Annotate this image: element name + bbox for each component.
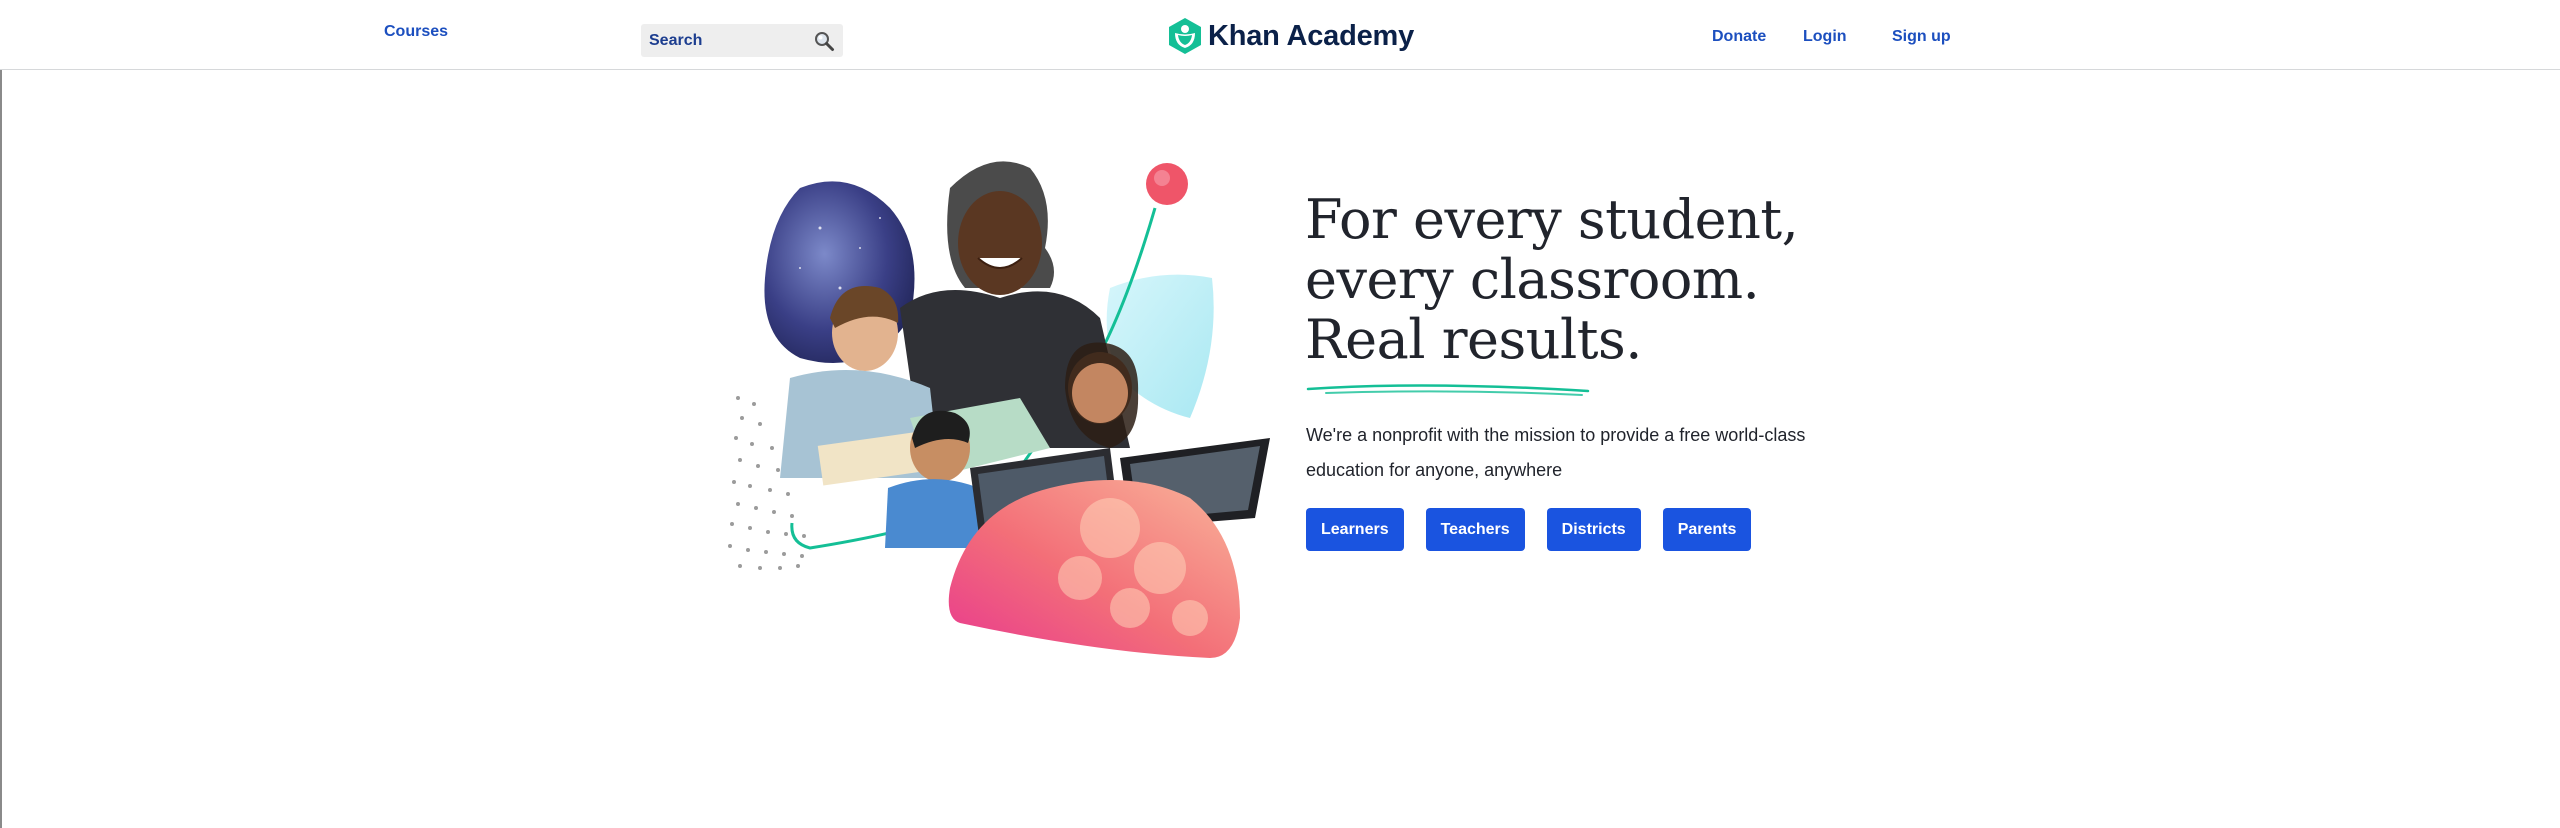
mission-line-1: We're a nonprofit with the mission to pr… — [1306, 425, 1806, 445]
khan-academy-logo-icon — [1169, 18, 1201, 54]
hero-collage-image — [728, 161, 1270, 658]
search-icon[interactable] — [813, 30, 835, 52]
headline-line-1: For every student, — [1305, 188, 1799, 251]
signup-link[interactable]: Sign up — [1892, 28, 1951, 46]
mission-line-2: education for anyone, anywhere — [1306, 460, 1563, 480]
donate-link[interactable]: Donate — [1712, 28, 1766, 46]
khan-academy-logo[interactable]: Khan Academy — [1168, 17, 1414, 55]
logo-wordmark: Khan Academy — [1208, 19, 1415, 52]
login-link[interactable]: Login — [1803, 28, 1847, 46]
headline-line-2: every classroom. — [1305, 248, 1760, 311]
search-input[interactable] — [641, 24, 811, 57]
districts-button[interactable]: Districts — [1546, 508, 1641, 551]
hero-headline: For every student, every classroom. Real… — [1305, 190, 1865, 370]
learners-button[interactable]: Learners — [1306, 508, 1404, 551]
window-edge — [0, 0, 2, 828]
parents-button[interactable]: Parents — [1662, 508, 1752, 551]
search-box[interactable] — [641, 24, 843, 57]
mission-statement: We're a nonprofit with the mission to pr… — [1306, 418, 1826, 488]
courses-link[interactable]: Courses — [384, 23, 448, 41]
teachers-button[interactable]: Teachers — [1425, 508, 1525, 551]
headline-line-3: Real results. — [1305, 308, 1642, 371]
audience-button-group: Learners Teachers Districts Parents — [1306, 508, 1752, 551]
headline-underline-swoosh — [1306, 384, 1590, 396]
top-navigation-bar: Courses Khan Academy Donate Login Sign u… — [0, 0, 2560, 70]
